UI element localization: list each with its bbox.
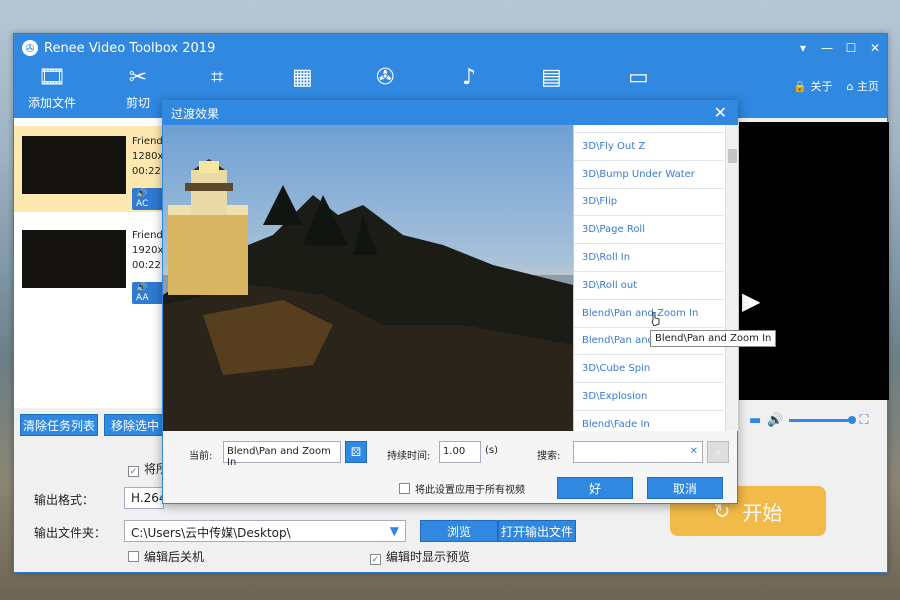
output-folder-field[interactable]: C:\Users\云中传媒\Desktop\ ▼	[124, 520, 406, 542]
list-item[interactable]: 3D\Roll out	[574, 272, 724, 300]
list-item[interactable]: 3D\Flip	[574, 189, 724, 217]
dialog-title-bar: 过渡效果 ✕	[163, 101, 737, 125]
title-bar: ✇ Renee Video Toolbox 2019 ▾ — ☐ ✕	[14, 34, 887, 62]
cut-icon: ✂	[128, 65, 148, 90]
top-right-links: 🔒 关于 ⌂ 主页	[793, 78, 879, 94]
format-label: 输出格式：	[34, 493, 95, 507]
search-input[interactable]: ✕	[573, 441, 703, 463]
hand-cursor-icon	[651, 312, 660, 326]
preview-image	[163, 125, 573, 431]
search-icon[interactable]: ⌕	[707, 441, 729, 463]
effects-icon: ▦	[292, 65, 313, 90]
chevron-down-icon[interactable]: ▼	[390, 524, 399, 538]
list-item[interactable]: Friend 1920x1 00:22: 🔊 AA	[14, 220, 170, 306]
random-dice-button[interactable]: ⚄	[345, 441, 367, 463]
menu-dropdown-icon[interactable]: ▾	[791, 34, 815, 62]
list-item[interactable]: 3D\Bump Under Water	[574, 161, 724, 189]
add-file-icon: 🎞	[38, 65, 66, 90]
list-item[interactable]: Blend\Pan and Zoom In	[574, 300, 724, 328]
film-reel-icon: ✇	[376, 65, 395, 90]
lock-icon: 🔒	[793, 80, 808, 93]
fullscreen-icon[interactable]: ⛶	[859, 413, 868, 428]
subtitle-icon: ▤	[541, 65, 562, 90]
home-icon: ⌂	[846, 80, 854, 93]
browse-button[interactable]: 浏览	[420, 520, 498, 542]
checkbox-icon	[128, 551, 139, 562]
cancel-button[interactable]: 取消	[647, 477, 723, 499]
app-title: Renee Video Toolbox 2019	[44, 40, 216, 56]
effect-scrollbar[interactable]	[725, 125, 738, 431]
list-item[interactable]: 3D\Fly Out Z	[574, 133, 724, 161]
play-icon[interactable]: ▶	[742, 287, 760, 315]
watermark-button[interactable]: ▭	[628, 64, 649, 92]
tooltip: Blend\Pan and Zoom In	[650, 330, 777, 347]
music-icon: ♪	[462, 65, 477, 90]
film-reel-button[interactable]: ✇	[376, 64, 394, 92]
about-link[interactable]: 🔒 关于	[793, 78, 832, 94]
window-controls: ▾ — ☐ ✕	[791, 34, 887, 62]
format-select[interactable]: H.264	[124, 487, 167, 509]
dice-icon: ⚄	[350, 445, 362, 459]
speaker-icon: 🔊	[136, 189, 148, 199]
shutdown-checkbox[interactable]: 编辑后关机	[128, 548, 204, 565]
file-list: Friend 1280x7 00:22: 🔊 AC Friend 1920x1 00:2…	[14, 118, 170, 408]
show-preview-checkbox[interactable]: ✓ 编辑时显示预览	[370, 548, 470, 565]
duration-input[interactable]: 1.00	[439, 441, 481, 463]
crop-button[interactable]: ⌗	[211, 64, 223, 92]
volume-slider[interactable]	[789, 415, 857, 424]
home-link[interactable]: ⌂ 主页	[847, 78, 879, 94]
crop-icon: ⌗	[211, 65, 224, 90]
checkbox-icon	[399, 483, 410, 494]
cut-button[interactable]: ✂ 剪切	[126, 64, 150, 111]
video-thumbnail	[22, 230, 126, 288]
list-item[interactable]: 3D\Cube Spin	[574, 355, 724, 384]
remove-selected-button[interactable]: 移除选中	[104, 414, 166, 436]
list-item[interactable]: Friend 1280x7 00:22: 🔊 AC	[14, 126, 170, 212]
list-item[interactable]: 3D\Roll In	[574, 244, 724, 272]
video-thumbnail	[22, 136, 126, 194]
speaker-icon: 🔊	[136, 283, 148, 293]
clear-tasks-button[interactable]: 清除任务列表	[20, 414, 98, 436]
folder-label: 输出文件夹：	[34, 526, 107, 540]
subtitle-button[interactable]: ▤	[541, 64, 562, 92]
apply-all-checkbox[interactable]: 将此设置应用于所有视频	[399, 481, 525, 496]
audio-track-badge[interactable]: 🔊 AA	[132, 282, 164, 304]
audio-track-badge[interactable]: 🔊 AC	[132, 188, 164, 210]
list-item[interactable]: 3D\Page Roll	[574, 216, 724, 245]
lighthouse-scene	[163, 125, 573, 431]
list-item[interactable]: Blend\Fade In	[574, 411, 724, 431]
app-logo-icon: ✇	[22, 40, 38, 56]
checkbox-icon: ✓	[128, 466, 139, 477]
clear-icon[interactable]: ✕	[690, 446, 698, 457]
effects-button[interactable]: ▦	[292, 64, 313, 92]
watermark-icon: ▭	[628, 65, 649, 90]
maximize-icon[interactable]: ☐	[839, 34, 863, 62]
effect-list: 3D\Fly Out Z 3D\Bump Under Water 3D\Flip…	[573, 125, 738, 431]
transition-dialog: 过渡效果✕ 3D\Fly Out Z 3D\Bump Under Water	[162, 100, 738, 504]
close-icon[interactable]: ✕	[714, 103, 727, 122]
checkbox-icon: ✓	[370, 554, 381, 565]
music-button[interactable]: ♪	[462, 64, 476, 92]
close-icon[interactable]: ✕	[863, 34, 887, 62]
video-preview	[739, 122, 889, 400]
current-effect-field: Blend\Pan and Zoom In	[223, 441, 341, 468]
ok-button[interactable]: 好	[557, 477, 633, 499]
folder-icon[interactable]: ▬	[749, 413, 761, 428]
minimize-icon[interactable]: —	[815, 34, 839, 62]
list-item[interactable]: 3D\Explosion	[574, 383, 724, 411]
add-file-button[interactable]: 🎞 添加文件	[28, 64, 76, 111]
volume-icon[interactable]: 🔊	[767, 413, 783, 428]
player-controls: ▬ 🔊 ⛶	[739, 408, 889, 432]
open-output-button[interactable]: 打开输出文件	[498, 520, 576, 542]
